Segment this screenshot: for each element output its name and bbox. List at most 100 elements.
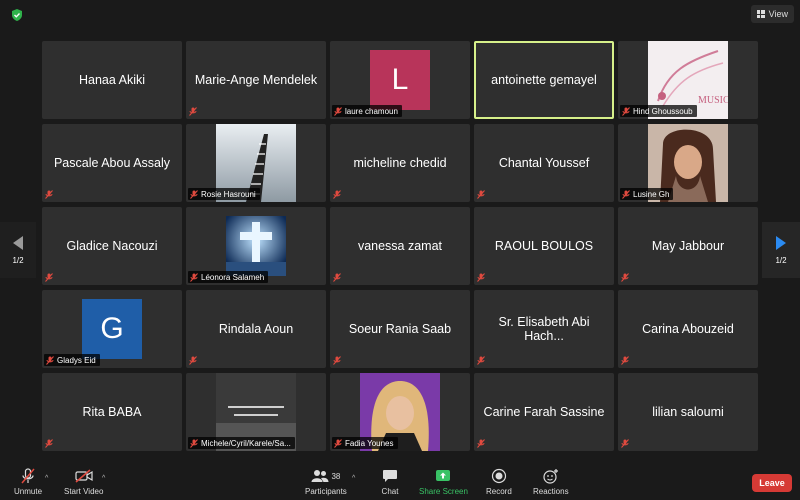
leave-button[interactable]: Leave (752, 474, 792, 492)
avatar: G (82, 299, 142, 359)
participant-name: micheline chedid (353, 156, 447, 170)
view-button[interactable]: View (750, 5, 794, 23)
mic-muted-icon (18, 468, 38, 484)
record-button[interactable]: Record (486, 468, 512, 496)
mic-muted-icon (477, 439, 485, 448)
mic-muted-icon (190, 272, 198, 282)
participant-name: Chantal Youssef (498, 156, 590, 170)
share-screen-label: Share Screen (419, 487, 468, 496)
participant-label: Fadia Younes (332, 437, 398, 449)
unmute-label: Unmute (14, 487, 43, 496)
participant-name: Sr. Elisabeth Abi Hach... (498, 315, 590, 343)
participant-label-text: Lusine Gh (633, 189, 670, 199)
participant-tile[interactable]: RAOUL BOULOS (474, 207, 614, 285)
start-video-button[interactable]: Start Video (64, 468, 103, 496)
participant-tile[interactable]: G Gladys Eid (42, 290, 182, 368)
participant-tile[interactable]: Michele/Cyril/Karele/Sa... (186, 373, 326, 451)
participant-name: Hanaa Akiki (78, 73, 145, 87)
mic-muted-icon (477, 273, 485, 282)
mic-muted-icon (190, 189, 198, 199)
chevron-right-icon (776, 235, 786, 250)
grid-icon (756, 10, 765, 18)
mic-muted-icon (189, 107, 197, 116)
participant-name: Marie-Ange Mendelek (194, 73, 318, 87)
mic-muted-icon (621, 356, 629, 365)
participants-button[interactable]: 38 Participants (305, 468, 347, 496)
mic-muted-icon (334, 438, 342, 448)
mic-muted-icon (622, 189, 630, 199)
reactions-button[interactable]: Reactions (533, 468, 569, 496)
participant-name: Pascale Abou Assaly (53, 156, 171, 170)
participant-label: Hind Ghoussoub (620, 105, 697, 117)
chat-button[interactable]: Chat (380, 468, 400, 496)
participant-name: Gladice Nacouzi (66, 239, 158, 253)
participant-label-text: Hind Ghoussoub (633, 106, 693, 116)
participant-label-text: laure chamoun (345, 106, 398, 116)
participant-tile[interactable]: Carine Farah Sassine (474, 373, 614, 451)
participant-label: laure chamoun (332, 105, 402, 117)
participant-tile[interactable]: MUSIC Hind Ghoussoub (618, 41, 758, 119)
shield-icon[interactable] (10, 8, 24, 22)
participant-name: Soeur Rania Saab (348, 322, 452, 336)
participants-label: Participants (305, 487, 347, 496)
participant-tile[interactable]: Fadia Younes (330, 373, 470, 451)
reactions-icon (541, 468, 561, 484)
prev-page-button[interactable]: 1/2 (0, 222, 36, 278)
participant-tile[interactable]: Gladice Nacouzi (42, 207, 182, 285)
participant-tile[interactable]: Marie-Ange Mendelek (186, 41, 326, 119)
participant-name: vanessa zamat (357, 239, 443, 253)
participant-name: antoinette gemayel (491, 73, 597, 87)
participant-tile[interactable]: vanessa zamat (330, 207, 470, 285)
participant-tile[interactable]: Hanaa Akiki (42, 41, 182, 119)
page-indicator-right: 1/2 (775, 255, 787, 265)
participant-tile[interactable]: Carina Abouzeid (618, 290, 758, 368)
mic-muted-icon (621, 273, 629, 282)
participant-tile[interactable]: lilian saloumi (618, 373, 758, 451)
participant-label: Léonora Salameh (188, 271, 269, 283)
chevron-up-icon[interactable]: ^ (352, 475, 355, 482)
top-bar: View (0, 0, 800, 30)
mic-muted-icon (477, 190, 485, 199)
participant-label-text: Rosie Hasrouni (201, 189, 256, 199)
participant-label: Gladys Eid (44, 354, 100, 366)
participant-label-text: Gladys Eid (57, 355, 96, 365)
reactions-label: Reactions (533, 487, 569, 496)
chevron-left-icon (13, 235, 23, 250)
chevron-up-icon[interactable]: ^ (45, 475, 48, 482)
chat-icon (380, 468, 400, 484)
participant-tile[interactable]: Chantal Youssef (474, 124, 614, 202)
avatar: L (370, 50, 430, 110)
participant-tile[interactable]: Rosie Hasrouni (186, 124, 326, 202)
participant-tile[interactable]: L laure chamoun (330, 41, 470, 119)
share-screen-button[interactable]: Share Screen (419, 468, 468, 496)
mic-muted-icon (333, 356, 341, 365)
start-video-label: Start Video (64, 487, 104, 496)
mic-muted-icon (45, 273, 53, 282)
mic-muted-icon (190, 438, 198, 448)
mic-muted-icon (621, 439, 629, 448)
participant-tile[interactable]: Soeur Rania Saab (330, 290, 470, 368)
participant-tile[interactable]: micheline chedid (330, 124, 470, 202)
participant-tile[interactable]: Rindala Aoun (186, 290, 326, 368)
participant-name: lilian saloumi (652, 405, 724, 419)
participant-tile[interactable]: May Jabbour (618, 207, 758, 285)
participant-tile[interactable]: Léonora Salameh (186, 207, 326, 285)
participant-name: Rindala Aoun (218, 322, 294, 336)
participant-tile-active-speaker[interactable]: antoinette gemayel (474, 41, 614, 119)
next-page-button[interactable]: 1/2 (762, 222, 800, 278)
mic-muted-icon (333, 273, 341, 282)
participant-tile[interactable]: Rita BABA (42, 373, 182, 451)
participant-label: Lusine Gh (620, 188, 674, 200)
participant-grid: Hanaa Akiki Marie-Ange Mendelek L laure … (42, 41, 758, 452)
participant-tile[interactable]: Sr. Elisabeth Abi Hach... (474, 290, 614, 368)
video-off-icon (74, 468, 94, 484)
chevron-up-icon[interactable]: ^ (102, 475, 105, 482)
mic-muted-icon (45, 439, 53, 448)
participant-label-text: Léonora Salameh (201, 272, 265, 282)
participant-name: RAOUL BOULOS (494, 239, 594, 253)
unmute-button[interactable]: Unmute (14, 468, 42, 496)
mic-muted-icon (45, 190, 53, 199)
participant-tile[interactable]: Lusine Gh (618, 124, 758, 202)
record-icon (489, 468, 509, 484)
participant-tile[interactable]: Pascale Abou Assaly (42, 124, 182, 202)
